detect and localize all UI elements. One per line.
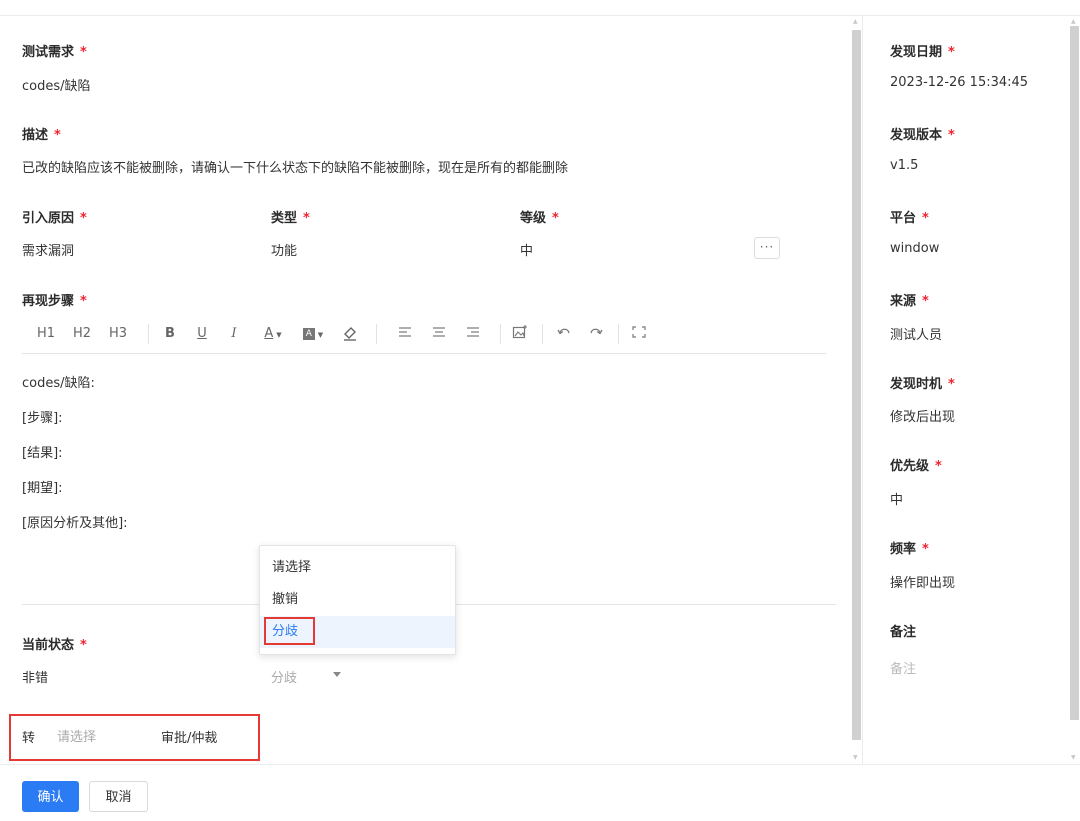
scroll-down-icon[interactable]: ▼ [1071, 754, 1076, 761]
align-right-icon [467, 327, 479, 337]
cause-value[interactable]: 需求漏洞 [22, 240, 74, 259]
toolbar-separator [618, 324, 619, 344]
test-requirement-label: 测试需求 * [22, 45, 87, 60]
more-button[interactable]: ··· [754, 237, 780, 259]
dropdown-option[interactable]: 请选择 [260, 552, 455, 584]
insert-image-button[interactable] [512, 324, 530, 344]
found-timing-value: 修改后出现 [890, 410, 956, 425]
align-left-icon [399, 327, 411, 337]
found-version-value: v1.5 [890, 158, 919, 173]
caret-down-icon: ▼ [276, 331, 282, 339]
frequency-value: 操作即出现 [890, 576, 956, 591]
caret-down-icon: ▼ [317, 331, 324, 339]
toolbar-separator [500, 324, 501, 344]
footer-divider [0, 764, 1080, 765]
description-value: 已改的缺陷应该不能被删除，请确认一下什么状态下的缺陷不能被删除，现在是所有的都能… [22, 161, 569, 176]
type-value[interactable]: 功能 [271, 240, 297, 259]
level-value[interactable]: 中 [520, 240, 533, 259]
clear-format-button[interactable] [342, 324, 360, 344]
heading2-button[interactable]: H2 [72, 324, 92, 344]
fullscreen-icon [632, 326, 646, 338]
found-date-label: 发现日期 * [890, 45, 955, 60]
found-version-label: 发现版本 * [890, 128, 955, 143]
platform-value: window [890, 241, 940, 256]
bg-color-glyph: A [302, 327, 315, 340]
type-label: 类型 * [271, 211, 310, 226]
confirm-button[interactable]: 确认 [22, 781, 79, 812]
image-icon [512, 325, 527, 339]
platform-label: 平台 * [890, 211, 929, 226]
side-scrollbar-thumb[interactable] [1070, 26, 1079, 720]
found-timing-label: 发现时机 * [890, 377, 955, 392]
toolbar-separator [148, 324, 149, 344]
frequency-label: 频率 * [890, 542, 929, 557]
font-color-glyph: A [264, 326, 274, 341]
status-select-value: 分歧 [271, 671, 298, 686]
current-status-value: 非错 [22, 671, 49, 686]
heading1-button[interactable]: H1 [36, 324, 56, 344]
undo-icon [557, 328, 570, 335]
redo-icon [590, 328, 603, 335]
font-color-button[interactable]: A ▼ [258, 324, 288, 344]
dropdown-option[interactable]: 撤销 [260, 584, 455, 616]
cancel-button[interactable]: 取消 [89, 781, 148, 812]
description-label: 描述 * [22, 128, 61, 143]
align-left-button[interactable] [398, 324, 414, 344]
test-requirement-value: codes/缺陷 [22, 79, 91, 94]
editor-line: [步骤]: [22, 411, 63, 426]
priority-value: 中 [890, 493, 904, 508]
heading3-button[interactable]: H3 [108, 324, 128, 344]
source-label: 来源 * [890, 294, 929, 309]
bold-button[interactable]: B [162, 324, 178, 344]
underline-button[interactable]: U [194, 324, 210, 344]
scroll-up-icon[interactable]: ▲ [853, 18, 858, 25]
remark-input[interactable]: 备注 [890, 658, 916, 677]
scroll-up-icon[interactable]: ▲ [1071, 18, 1076, 25]
annotation-highlight-box [9, 714, 260, 761]
redo-button[interactable] [588, 324, 604, 344]
priority-label: 优先级 * [890, 459, 942, 474]
undo-button[interactable] [556, 324, 572, 344]
scroll-down-icon[interactable]: ▼ [853, 754, 858, 761]
fullscreen-button[interactable] [632, 324, 648, 344]
editor-line: codes/缺陷: [22, 376, 95, 391]
toolbar-separator [376, 324, 377, 344]
eraser-icon [344, 327, 356, 341]
annotation-highlight-box [264, 617, 315, 645]
source-value: 测试人员 [890, 328, 943, 343]
scrollbar-thumb[interactable] [852, 30, 861, 740]
chevron-down-icon [333, 672, 341, 677]
found-date-value: 2023-12-26 15:34:45 [890, 75, 1029, 90]
toolbar-separator [542, 324, 543, 344]
steps-label: 再现步骤 * [22, 294, 87, 309]
align-right-button[interactable] [466, 324, 482, 344]
panel-divider [862, 16, 863, 764]
editor-line: [期望]: [22, 481, 63, 496]
background-color-button[interactable]: A ▼ [298, 324, 328, 344]
level-label: 等级 * [520, 211, 559, 226]
editor-line: [原因分析及其他]: [22, 516, 128, 531]
editor-line: [结果]: [22, 446, 63, 461]
remark-label: 备注 [890, 625, 917, 640]
align-center-button[interactable] [432, 324, 448, 344]
current-status-label: 当前状态 * [22, 638, 87, 653]
italic-button[interactable]: I [226, 324, 242, 344]
editor-toolbar: H1 H2 H3 B U I A ▼ A ▼ [22, 316, 826, 354]
cause-label: 引入原因 * [22, 211, 87, 226]
align-center-icon [433, 327, 445, 337]
